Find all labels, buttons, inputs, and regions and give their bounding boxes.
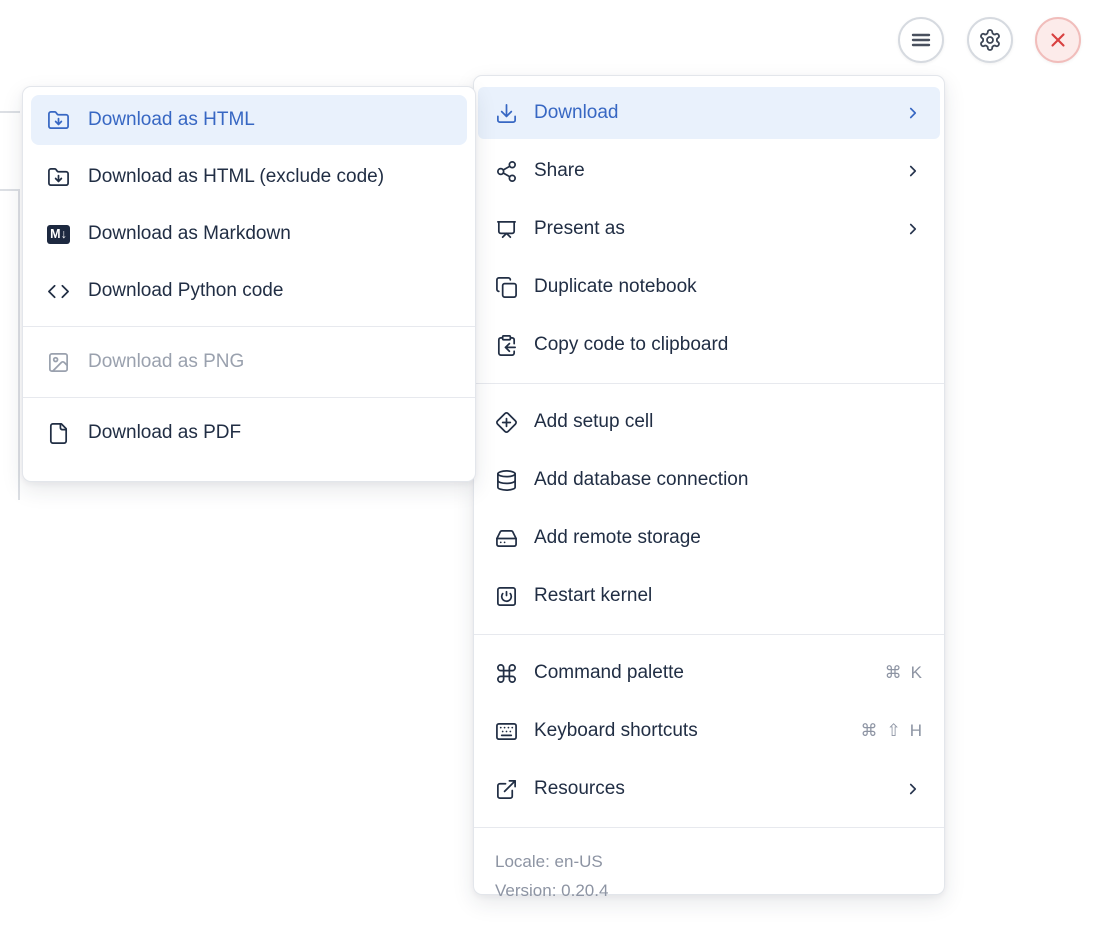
menu-item-label: Resources (534, 778, 904, 800)
app-window: { "toolbar": { "buttons": [ {"name": "no… (0, 0, 1116, 932)
database-icon (495, 469, 518, 492)
submenu-item-download-as-html[interactable]: Download as HTML (31, 95, 467, 145)
notebook-menu-button[interactable] (898, 17, 944, 63)
menu-item-download[interactable]: Download (478, 87, 940, 139)
menu-item-duplicate-notebook[interactable]: Duplicate notebook (478, 261, 940, 313)
menu-item-resources[interactable]: Resources (478, 763, 940, 815)
submenu-item-download-as-pdf[interactable]: Download as PDF (31, 408, 467, 458)
code-icon (47, 280, 70, 303)
shortcut-hint: ⌘ ⇧ H (860, 721, 922, 741)
external-link-icon (495, 778, 518, 801)
copy-icon (495, 276, 518, 299)
menu-item-label: Share (534, 160, 904, 182)
folder-down-icon (47, 166, 70, 189)
menu-item-label: Download as Markdown (88, 223, 451, 245)
key-k: K (911, 663, 922, 683)
shortcut-hint: ⌘ K (885, 663, 922, 683)
menu-item-keyboard-shortcuts[interactable]: Keyboard shortcuts ⌘ ⇧ H (478, 705, 940, 757)
menu-item-label: Duplicate notebook (534, 276, 922, 298)
menu-item-label: Command palette (534, 662, 885, 684)
close-icon (1046, 28, 1070, 52)
background-cell-border-top (0, 111, 20, 113)
chevron-right-icon (904, 220, 922, 238)
menu-item-label: Download as PDF (88, 422, 451, 444)
submenu-item-download-as-png: Download as PNG (31, 337, 467, 387)
menu-item-label: Add setup cell (534, 411, 922, 433)
menu-item-share[interactable]: Share (478, 145, 940, 197)
menu-item-present-as[interactable]: Present as (478, 203, 940, 255)
chevron-right-icon (904, 780, 922, 798)
download-icon (495, 102, 518, 125)
menu-separator (474, 383, 944, 384)
submenu-item-download-python-code[interactable]: Download Python code (31, 266, 467, 316)
menu-item-label: Copy code to clipboard (534, 334, 922, 356)
close-button[interactable] (1035, 17, 1081, 63)
menu-separator (23, 397, 475, 398)
cmd-key: ⌘ (885, 663, 902, 683)
background-cell-border-left (18, 189, 20, 500)
notebook-actions-menu: Download Share Present as (473, 75, 945, 895)
menu-item-label: Restart kernel (534, 585, 922, 607)
hamburger-icon (909, 28, 933, 52)
clipboard-copy-icon (495, 334, 518, 357)
version-text: Version: 0.20.4 (495, 878, 923, 904)
menu-item-label: Download as PNG (88, 351, 451, 373)
menu-item-add-setup-cell[interactable]: Add setup cell (478, 396, 940, 448)
command-icon (495, 662, 518, 685)
menu-item-label: Download as HTML (exclude code) (88, 166, 451, 188)
locale-text: Locale: en-US (495, 849, 923, 875)
menu-item-label: Present as (534, 218, 904, 240)
shift-key: ⇧ (886, 721, 900, 741)
markdown-icon: M↓ (47, 223, 70, 246)
file-icon (47, 422, 70, 445)
menu-item-command-palette[interactable]: Command palette ⌘ K (478, 647, 940, 699)
menu-item-add-remote-storage[interactable]: Add remote storage (478, 512, 940, 564)
presentation-icon (495, 218, 518, 241)
gear-icon (978, 28, 1002, 52)
menu-item-label: Add remote storage (534, 527, 922, 549)
menu-separator (474, 634, 944, 635)
power-square-icon (495, 585, 518, 608)
menu-item-add-database-connection[interactable]: Add database connection (478, 454, 940, 506)
menu-item-label: Add database connection (534, 469, 922, 491)
image-icon (47, 351, 70, 374)
menu-item-label: Download as HTML (88, 109, 451, 131)
menu-item-label: Download Python code (88, 280, 451, 302)
chevron-right-icon (904, 162, 922, 180)
menu-separator (474, 827, 944, 828)
diamond-plus-icon (495, 411, 518, 434)
menu-footer: Locale: en-US Version: 0.20.4 (474, 840, 944, 917)
menu-separator (23, 326, 475, 327)
menu-item-restart-kernel[interactable]: Restart kernel (478, 570, 940, 622)
menu-item-label: Download (534, 102, 904, 124)
menu-item-label: Keyboard shortcuts (534, 720, 860, 742)
background-cell-border-bottom (0, 189, 20, 191)
markdown-badge: M↓ (47, 225, 70, 244)
folder-down-icon (47, 109, 70, 132)
submenu-item-download-as-html-exclude-code[interactable]: Download as HTML (exclude code) (31, 152, 467, 202)
chevron-right-icon (904, 104, 922, 122)
cmd-key: ⌘ (860, 721, 877, 741)
download-submenu: Download as HTML Download as HTML (exclu… (22, 86, 476, 482)
hard-drive-icon (495, 527, 518, 550)
keyboard-icon (495, 720, 518, 743)
share-icon (495, 160, 518, 183)
submenu-item-download-as-markdown[interactable]: M↓ Download as Markdown (31, 209, 467, 259)
menu-item-copy-code[interactable]: Copy code to clipboard (478, 319, 940, 371)
key-h: H (910, 721, 922, 741)
settings-button[interactable] (967, 17, 1013, 63)
